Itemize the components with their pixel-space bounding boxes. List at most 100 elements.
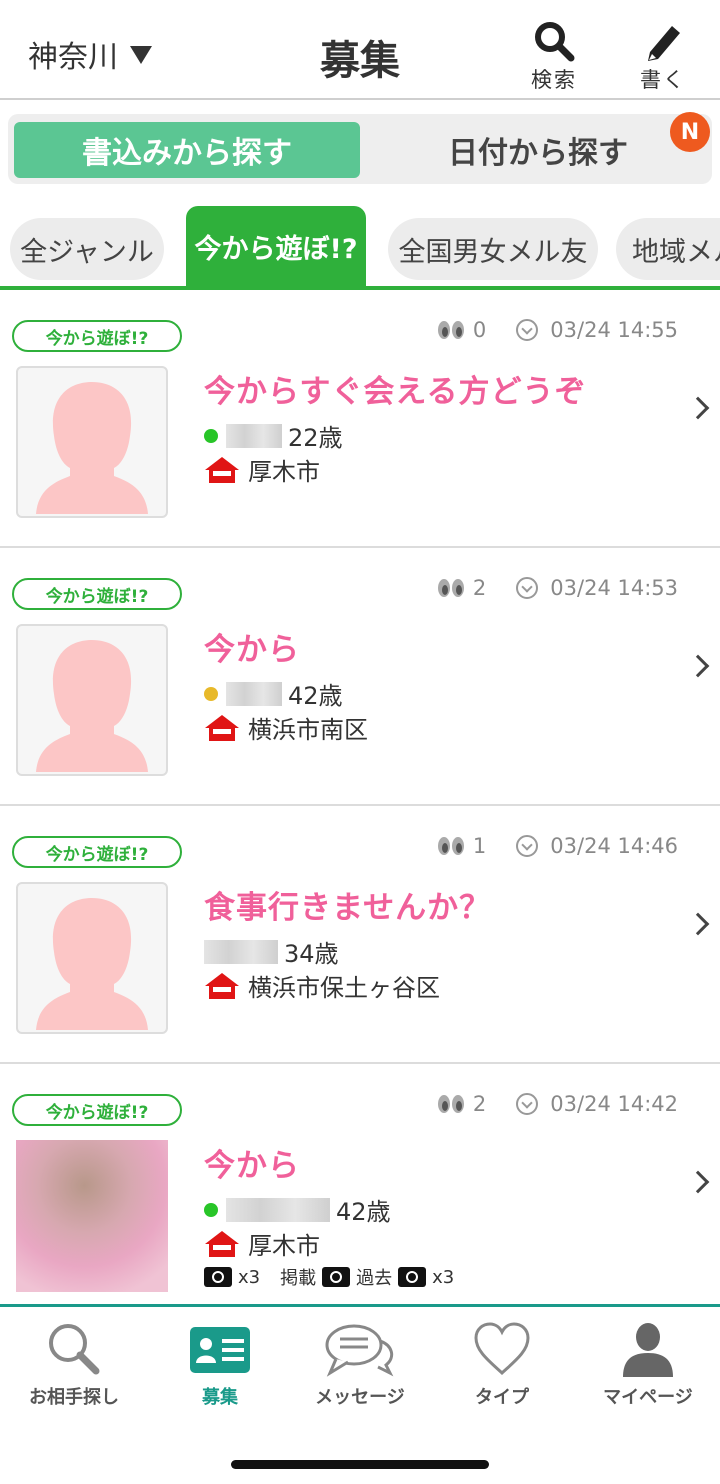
- photo-count: x3: [238, 1266, 261, 1288]
- blurred-username: [226, 681, 282, 706]
- nav-messages[interactable]: メッセージ: [288, 1321, 432, 1409]
- view-count: 2: [472, 1092, 487, 1116]
- genre-tab-nationwide[interactable]: 全国男女メル友: [388, 218, 598, 280]
- post-meta: 0 03/24 14:55: [437, 318, 678, 342]
- app-header: 神奈川 募集 検索 書く: [0, 0, 720, 100]
- post-title: 食事行きませんか？: [204, 890, 492, 926]
- card-icon: [190, 1327, 250, 1373]
- genre-tabs: 全ジャンル 今から遊ぼ!? 全国男女メル友 地域メル: [0, 204, 720, 290]
- genre-tab-all[interactable]: 全ジャンル: [10, 218, 164, 280]
- photo-count: x3: [432, 1266, 455, 1288]
- tab-search-by-post[interactable]: 書込みから探す: [14, 122, 360, 178]
- view-count: 0: [472, 318, 487, 342]
- person-icon: [623, 1323, 673, 1377]
- new-badge: N: [670, 112, 710, 152]
- nav-label: タイプ: [475, 1387, 529, 1408]
- region-selector[interactable]: 神奈川: [28, 32, 152, 76]
- avatar: [16, 624, 168, 776]
- user-info: 42歳: [204, 676, 343, 711]
- post-date: 03/24 14:55: [550, 318, 678, 342]
- search-icon: [535, 22, 575, 62]
- write-label: 書く: [640, 68, 686, 92]
- home-icon: [205, 972, 239, 999]
- view-count: 1: [472, 834, 487, 858]
- genre-tab-play-now[interactable]: 今から遊ぼ!?: [186, 206, 366, 286]
- camera-icon: [322, 1267, 351, 1287]
- post-item[interactable]: 今から遊ぼ!? 2 03/24 14:42 今から 42歳 厚木市 x3 掲載 …: [0, 1064, 720, 1304]
- user-location: 厚木市: [204, 1226, 320, 1261]
- user-location: 厚木市: [204, 452, 320, 487]
- user-age: 34歳: [284, 940, 339, 968]
- nav-partner-search[interactable]: お相手探し: [2, 1321, 146, 1409]
- post-meta: 2 03/24 14:53: [437, 576, 678, 600]
- search-icon: [49, 1324, 100, 1375]
- post-item[interactable]: 今から遊ぼ!? 2 03/24 14:53 今から 42歳 横浜市南区: [0, 548, 720, 806]
- home-icon: [205, 456, 239, 483]
- camera-icon: [398, 1267, 427, 1287]
- nav-type[interactable]: タイプ: [430, 1321, 574, 1409]
- clock-icon: [516, 319, 539, 341]
- bottom-nav: お相手探し 募集 メッセージ タイプ マイページ: [0, 1304, 720, 1484]
- profile-photo: [16, 1140, 168, 1292]
- eyes-icon: [437, 579, 464, 597]
- photo-posted-label: 掲載: [280, 1268, 317, 1289]
- search-button[interactable]: 検索: [519, 20, 589, 96]
- post-list: 今から遊ぼ!? 0 03/24 14:55 今からすぐ会える方どうぞ 22歳 厚…: [0, 290, 720, 1304]
- photo-past-label: 過去: [356, 1268, 393, 1289]
- away-status-indicator: [204, 686, 218, 701]
- online-status-indicator: [204, 428, 218, 443]
- home-icon: [205, 1230, 239, 1257]
- nav-my-page[interactable]: マイページ: [576, 1321, 720, 1409]
- post-meta: 1 03/24 14:46: [437, 834, 678, 858]
- search-mode-segment: 書込みから探す 日付から探す: [8, 114, 712, 184]
- post-item[interactable]: 今から遊ぼ!? 1 03/24 14:46 食事行きませんか？ 34歳 横浜市保…: [0, 806, 720, 1064]
- user-info: 42歳: [204, 1192, 391, 1227]
- nav-label: マイページ: [603, 1387, 693, 1408]
- region-label: 神奈川: [28, 40, 118, 75]
- genre-tag: 今から遊ぼ!?: [12, 578, 182, 610]
- genre-tag: 今から遊ぼ!?: [12, 1094, 182, 1126]
- home-icon: [205, 714, 239, 741]
- female-silhouette-icon: [36, 898, 148, 1030]
- online-status-indicator: [204, 1202, 218, 1217]
- nav-label: 募集: [202, 1387, 238, 1408]
- home-indicator: [231, 1460, 489, 1469]
- camera-icon: [204, 1267, 232, 1287]
- user-location: 横浜市南区: [204, 710, 368, 745]
- post-title: 今から: [204, 1148, 300, 1184]
- post-date: 03/24 14:53: [550, 576, 678, 600]
- genre-tab-regional[interactable]: 地域メル: [616, 218, 720, 280]
- chevron-right-icon: [686, 912, 710, 936]
- post-title: 今からすぐ会える方どうぞ: [204, 374, 587, 410]
- tab-search-by-date[interactable]: 日付から探す: [368, 122, 708, 178]
- chat-icon: [325, 1324, 394, 1377]
- write-button[interactable]: 書く: [628, 20, 698, 96]
- search-label: 検索: [531, 68, 577, 92]
- chevron-right-icon: [686, 1170, 710, 1194]
- female-silhouette-icon: [36, 382, 148, 514]
- genre-tag: 今から遊ぼ!?: [12, 836, 182, 868]
- user-age: 42歳: [288, 682, 343, 710]
- post-item[interactable]: 今から遊ぼ!? 0 03/24 14:55 今からすぐ会える方どうぞ 22歳 厚…: [0, 290, 720, 548]
- user-age: 22歳: [288, 424, 343, 452]
- location-text: 厚木市: [248, 458, 320, 486]
- user-info: 22歳: [204, 418, 343, 453]
- post-meta: 2 03/24 14:42: [437, 1092, 678, 1116]
- nav-label: メッセージ: [315, 1387, 405, 1408]
- user-age: 42歳: [336, 1198, 391, 1226]
- chevron-right-icon: [686, 654, 710, 678]
- clock-icon: [516, 835, 539, 857]
- post-title: 今から: [204, 632, 300, 668]
- pencil-icon: [648, 26, 680, 61]
- clock-icon: [516, 577, 539, 599]
- avatar: [16, 882, 168, 1034]
- genre-tag: 今から遊ぼ!?: [12, 320, 182, 352]
- heart-icon: [474, 1322, 530, 1376]
- dropdown-arrow-icon: [130, 46, 152, 64]
- female-silhouette-icon: [36, 640, 148, 772]
- location-text: 厚木市: [248, 1232, 320, 1260]
- eyes-icon: [437, 1095, 464, 1113]
- eyes-icon: [437, 321, 464, 339]
- nav-recruit[interactable]: 募集: [148, 1321, 292, 1409]
- blurred-username: [204, 939, 278, 964]
